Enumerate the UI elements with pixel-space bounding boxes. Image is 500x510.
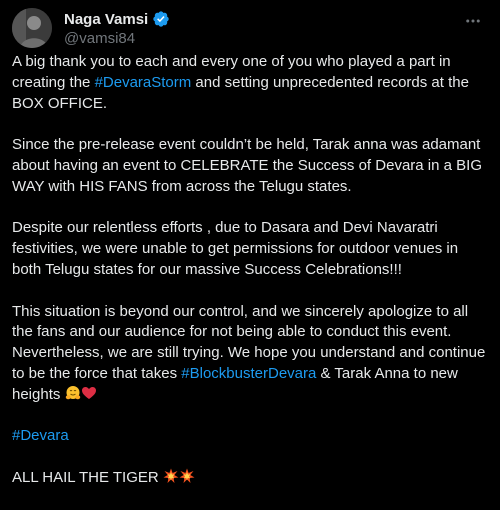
avatar[interactable] bbox=[12, 8, 52, 48]
paragraph-efforts: Despite our relentless efforts , due to … bbox=[12, 219, 459, 278]
paragraph-tiger: ALL HAIL THE TIGER bbox=[12, 468, 488, 489]
paragraph-hashtag: #Devara bbox=[12, 426, 488, 447]
author-display-name[interactable]: Naga Vamsi bbox=[64, 11, 148, 28]
hashtag-devarastorm[interactable]: #DevaraStorm bbox=[95, 74, 192, 91]
tweet-header: Naga Vamsi @vamsi84 bbox=[12, 8, 488, 48]
paragraph-apology: This situation is beyond our control, an… bbox=[12, 302, 488, 406]
hashtag-devara[interactable]: #Devara bbox=[12, 427, 69, 444]
author-names: Naga Vamsi @vamsi84 bbox=[64, 9, 170, 47]
paragraph-thanks: A big thank you to each and every one of… bbox=[12, 52, 488, 114]
tweet-text: A big thank you to each and every one of… bbox=[12, 52, 488, 510]
collision-emoji-icon bbox=[163, 468, 179, 484]
author-handle[interactable]: @vamsi84 bbox=[64, 30, 170, 47]
hashtag-blockbusterdevara[interactable]: #BlockbusterDevara bbox=[181, 365, 316, 382]
text-span: ALL HAIL THE TIGER bbox=[12, 468, 163, 486]
paragraph-pre-release: Since the pre-release event couldn’t be … bbox=[12, 136, 482, 195]
collision-emoji-icon bbox=[179, 468, 195, 484]
tweet: Naga Vamsi @vamsi84 A big thank you to e… bbox=[0, 0, 500, 489]
red-heart-emoji-icon bbox=[81, 385, 97, 401]
more-options-icon[interactable] bbox=[462, 10, 484, 32]
verified-badge-icon bbox=[152, 10, 170, 28]
hugging-face-emoji-icon bbox=[65, 385, 81, 401]
